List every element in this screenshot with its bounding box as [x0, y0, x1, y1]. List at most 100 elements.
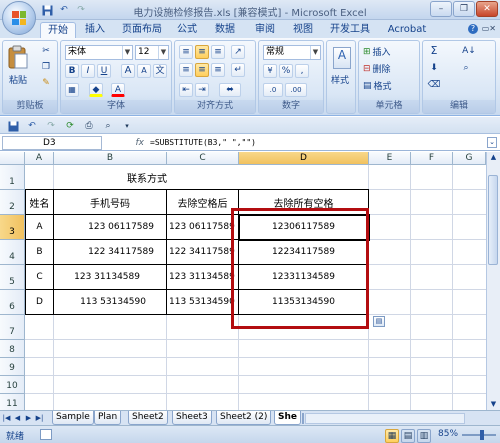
maximize-button[interactable]: ❐ [453, 1, 475, 17]
delete-cells-button[interactable]: ⊟ 删除 [363, 62, 391, 76]
comma-button[interactable]: , [295, 64, 309, 78]
sheet-tab-sheet3[interactable]: Sheet3 [172, 411, 212, 425]
row-header[interactable]: 10 [0, 376, 25, 394]
header-cell[interactable]: 去除空格后 [167, 190, 238, 214]
print-icon[interactable]: ⎙ [82, 119, 96, 133]
align-middle-icon[interactable]: ≡ [195, 45, 209, 59]
row-header[interactable]: 8 [0, 340, 25, 358]
column-header[interactable]: F [411, 152, 453, 165]
align-top-icon[interactable]: ≡ [179, 45, 193, 59]
tab-acrobat[interactable]: Acrobat [384, 22, 430, 38]
table-cell-name[interactable]: D [26, 290, 53, 314]
format-cells-button[interactable]: ▤ 格式 [363, 79, 392, 93]
customize-toolbar-icon[interactable]: ▾ [120, 119, 134, 133]
table-cell-nospace[interactable]: 12331134589 [239, 265, 368, 289]
styles-icon[interactable]: A [333, 47, 351, 69]
header-cell[interactable]: 手机号码 [54, 190, 166, 214]
print-preview-icon[interactable]: ⌕ [101, 119, 115, 133]
sheet-tab-active[interactable]: She [274, 411, 301, 425]
macro-record-icon[interactable] [40, 429, 52, 440]
column-header-selected[interactable]: D [239, 152, 369, 165]
tab-page-layout[interactable]: 页面布局 [116, 22, 168, 38]
table-cell-name[interactable]: C [26, 265, 53, 289]
row-header[interactable]: 4 [0, 240, 25, 265]
currency-icon[interactable]: ¥ [263, 64, 277, 78]
decrease-indent-icon[interactable]: ⇤ [179, 83, 193, 97]
borders-icon[interactable]: ▦ [65, 83, 79, 97]
shrink-font-button[interactable]: A [137, 64, 151, 78]
table-cell-phone[interactable]: 123 06117589 [54, 215, 166, 239]
align-left-icon[interactable]: ≡ [179, 63, 193, 77]
table-cell-trimmed[interactable]: 122 34117589 [167, 240, 238, 264]
align-right-icon[interactable]: ≡ [211, 63, 225, 77]
header-cell[interactable]: 姓名 [26, 190, 53, 214]
paste-button[interactable] [7, 45, 29, 71]
row-header-selected[interactable]: 3 [0, 215, 25, 240]
row-header[interactable]: 7 [0, 315, 25, 340]
zoom-slider-thumb[interactable] [480, 430, 484, 440]
minimize-button[interactable]: – [430, 1, 452, 17]
decrease-decimal-button[interactable]: .00 [285, 83, 307, 97]
row-header[interactable]: 6 [0, 290, 25, 315]
bold-button[interactable]: B [65, 64, 79, 78]
header-cell[interactable]: 去除所有空格 [239, 190, 368, 214]
row-header[interactable]: 2 [0, 190, 25, 215]
autosum-button[interactable]: Σ [427, 45, 441, 59]
tab-data[interactable]: 数据 [210, 22, 240, 38]
column-header[interactable]: C [167, 152, 239, 165]
table-cell-phone[interactable]: 123 31134589 [54, 265, 166, 289]
name-box[interactable]: D3 [2, 136, 102, 150]
increase-decimal-button[interactable]: .0 [263, 83, 283, 97]
grow-font-button[interactable]: A [121, 64, 135, 78]
refresh-icon[interactable]: ⟳ [63, 119, 77, 133]
tab-home[interactable]: 开始 [40, 22, 76, 38]
tab-insert[interactable]: 插入 [80, 22, 110, 38]
redo-icon[interactable]: ↷ [44, 119, 58, 133]
table-cell-nospace[interactable]: 11353134590 [239, 290, 368, 314]
table-cell-name[interactable]: A [26, 215, 53, 239]
redo-icon[interactable]: ↷ [74, 3, 88, 17]
expand-formula-icon[interactable]: ⌄ [487, 137, 497, 148]
save-icon[interactable] [6, 119, 20, 133]
find-select-button[interactable]: ⌕ [459, 62, 473, 76]
page-layout-view-icon[interactable]: ▤ [401, 429, 415, 443]
increase-indent-icon[interactable]: ⇥ [195, 83, 209, 97]
column-header[interactable]: B [54, 152, 167, 165]
font-name-select[interactable]: 宋体 ▼ [65, 45, 133, 60]
normal-view-icon[interactable]: ▦ [385, 429, 399, 443]
auto-fill-options-icon[interactable]: ▤ [373, 316, 385, 327]
table-cell-trimmed[interactable]: 123 06117589 [167, 215, 238, 239]
fill-icon[interactable]: ⬇ [427, 62, 441, 76]
tab-developer[interactable]: 开发工具 [326, 22, 374, 38]
last-sheet-icon[interactable]: ▶| [35, 413, 44, 423]
table-cell-trimmed[interactable]: 113 53134590 [167, 290, 238, 314]
sheet-tab-sheet2-2[interactable]: Sheet2 (2) [216, 411, 272, 425]
align-center-icon[interactable]: ≡ [195, 63, 209, 77]
merge-center-icon[interactable]: ⬌ [219, 83, 241, 97]
horizontal-scrollbar[interactable] [305, 413, 465, 424]
column-header[interactable]: G [453, 152, 486, 165]
undo-icon[interactable]: ↶ [57, 3, 71, 17]
table-cell-phone[interactable]: 113 53134590 [54, 290, 166, 314]
table-cell-trimmed[interactable]: 123 31134589 [167, 265, 238, 289]
number-format-select[interactable]: 常规 ▼ [263, 45, 321, 60]
format-painter-icon[interactable]: ✎ [39, 77, 53, 91]
clear-icon[interactable]: ⌫ [427, 79, 441, 93]
select-all-corner[interactable] [0, 152, 25, 165]
font-color-button[interactable]: A [111, 83, 125, 97]
close-button[interactable]: ✕ [476, 1, 498, 17]
ribbon-window-controls-icon[interactable]: ▭✕ [482, 24, 496, 33]
row-header[interactable]: 1 [0, 165, 25, 190]
office-button[interactable] [2, 1, 36, 35]
row-header[interactable]: 9 [0, 358, 25, 376]
sort-filter-button[interactable]: A↓ [459, 45, 479, 59]
first-sheet-icon[interactable]: |◀ [2, 413, 11, 423]
italic-button[interactable]: I [81, 64, 95, 78]
fill-color-icon[interactable]: ◆ [89, 83, 103, 97]
column-header[interactable]: A [25, 152, 54, 165]
tab-view[interactable]: 视图 [288, 22, 318, 38]
worksheet-grid[interactable]: A B C D E F G 1 2 3 4 5 6 7 8 9 10 11 联系… [0, 152, 486, 410]
save-icon[interactable] [40, 3, 54, 17]
table-cell-name[interactable]: B [26, 240, 53, 264]
cut-icon[interactable]: ✂ [39, 45, 53, 59]
